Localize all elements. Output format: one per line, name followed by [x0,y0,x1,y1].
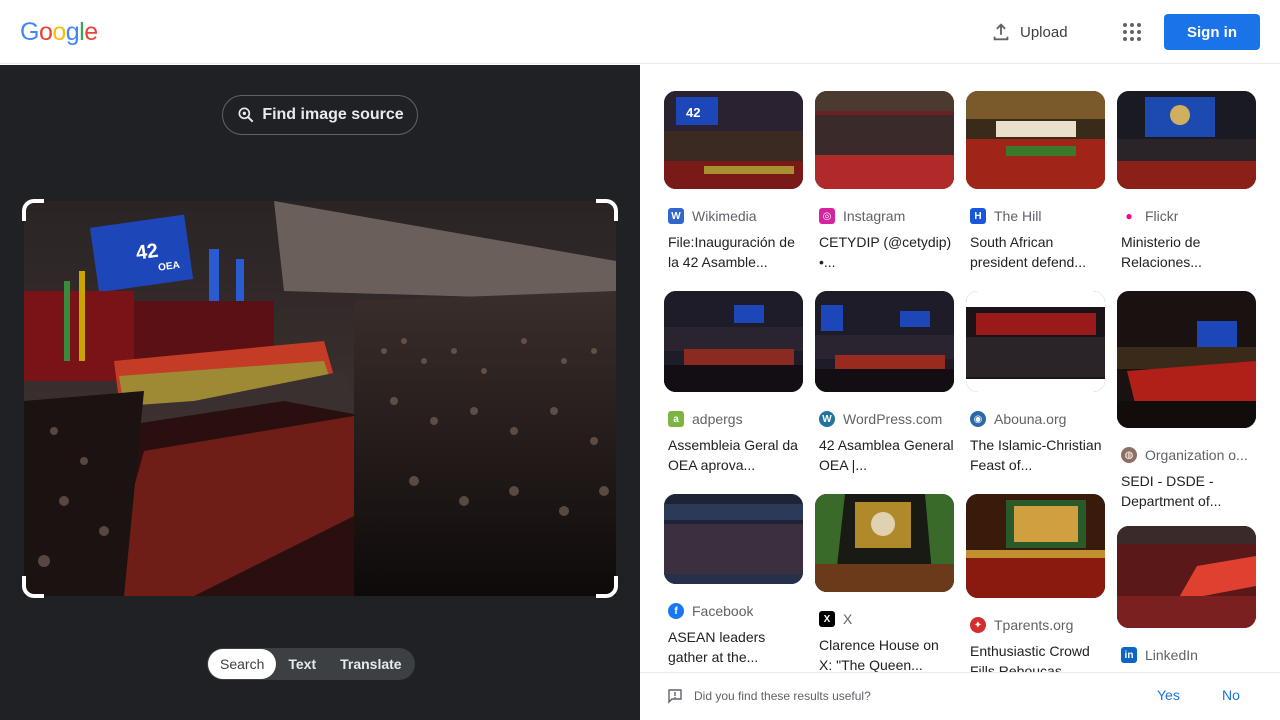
result-source: Flickr [1145,208,1179,224]
result-title: File:Inauguración de la 42 Asamble... [668,234,795,270]
result-thumbnail [815,291,954,392]
result-title: The Islamic-Christian Feast of... [970,437,1102,473]
result-title: Assembleia Geral da OEA aprova... [668,437,798,473]
tab-translate[interactable]: Translate [328,649,413,679]
result-title: Clarence House on X: "The Queen... [819,637,939,673]
upload-label: Upload [1020,23,1068,41]
feedback-bar: Did you find these results useful? Yes N… [640,672,1280,720]
tparents-icon: ✦ [970,617,986,633]
google-logo[interactable]: Google [20,18,98,47]
result-thumbnail [966,494,1105,598]
tab-text[interactable]: Text [276,649,328,679]
result-source: adpergs [692,411,743,427]
adpergs-icon: a [668,411,684,427]
facebook-icon: f [668,603,684,619]
crop-handle-bottom-left[interactable] [22,576,44,598]
result-thumbnail [1117,526,1256,628]
wikimedia-icon: W [668,208,684,224]
query-image-pane: Find image source 42 OEA Search Text Tra… [0,65,640,720]
feedback-no-button[interactable]: No [1222,687,1240,703]
result-card[interactable]: ✦ Tparents.org Enthusiastic Crowd Fills R… [966,494,1105,681]
result-card[interactable]: a adpergs Assembleia Geral da OEA aprova.… [664,291,803,475]
result-card[interactable]: XX Clarence House on X: "The Queen... [815,494,954,675]
lens-search-icon [238,107,254,123]
result-thumbnail [1117,291,1256,428]
result-title: SEDI - DSDE - Department of... [1121,473,1222,509]
result-title: ASEAN leaders gather at the... [668,629,766,665]
result-card[interactable]: ◉ Abouna.org The Islamic-Christian Feast … [966,291,1105,475]
feedback-icon [668,689,682,704]
linkedin-icon: in [1121,647,1137,663]
the-hill-icon: H [970,208,986,224]
result-thumbnail [966,91,1105,189]
upload-button[interactable]: Upload [990,18,1068,46]
result-card[interactable]: ◍ Organization o... SEDI - DSDE - Departm… [1117,291,1256,511]
result-card[interactable]: H The Hill South African president defend… [966,91,1105,272]
result-card[interactable]: in LinkedIn [1117,526,1256,665]
result-card[interactable]: W WordPress.com 42 Asamblea General OEA |… [815,291,954,475]
abouna-icon: ◉ [970,411,986,427]
oas-icon: ◍ [1121,447,1137,463]
result-source: Instagram [843,208,906,224]
result-thumbnail [664,494,803,584]
result-thumbnail [664,291,803,392]
svg-text:42: 42 [686,105,700,120]
instagram-icon: ◎ [819,208,835,224]
result-source: X [843,611,853,627]
top-bar: Google Upload Sign in [0,0,1280,64]
result-title: Ministerio de Relaciones... [1121,234,1202,270]
crop-handle-top-right[interactable] [596,199,618,221]
result-card[interactable]: 42 W Wikimedia File:Inauguración de la 42… [664,91,803,272]
result-title: 42 Asamblea General OEA |... [819,437,954,473]
result-card[interactable]: f Facebook ASEAN leaders gather at the... [664,494,803,667]
lens-mode-tabs: Search Text Translate [207,648,415,680]
upload-icon [993,23,1009,41]
query-image-frame[interactable]: 42 OEA [22,199,618,598]
result-source: Facebook [692,603,754,619]
result-source: Wikimedia [692,208,757,224]
result-source: Organization o... [1145,447,1248,463]
google-apps-button[interactable] [1118,18,1146,46]
find-image-source-label: Find image source [262,106,404,123]
wordpress-icon: W [819,411,835,427]
result-thumbnail [815,91,954,189]
result-title: South African president defend... [970,234,1086,270]
result-source: LinkedIn [1145,647,1198,663]
flickr-icon: ● [1125,209,1133,223]
result-thumbnail [1117,91,1256,189]
feedback-question: Did you find these results useful? [694,689,871,703]
find-image-source-button[interactable]: Find image source [222,95,418,135]
result-thumbnail [815,494,954,592]
result-source: Abouna.org [994,411,1067,427]
feedback-yes-button[interactable]: Yes [1157,687,1180,703]
result-title: CETYDIP (@cetydip) •... [819,234,952,270]
assembly-hall-photo: 42 OEA [24,201,616,596]
svg-text:42: 42 [135,240,160,265]
result-source: The Hill [994,208,1042,224]
result-card[interactable]: ◎ Instagram CETYDIP (@cetydip) •... [815,91,954,272]
sign-in-button[interactable]: Sign in [1164,14,1260,50]
crop-handle-top-left[interactable] [22,199,44,221]
result-card[interactable]: ● Flickr Ministerio de Relaciones... [1117,91,1256,272]
tab-search[interactable]: Search [208,649,277,679]
result-source: Tparents.org [994,617,1074,633]
visual-matches-pane: 42 W Wikimedia File:Inauguración de la 42… [640,65,1280,720]
x-icon: X [819,611,835,627]
result-thumbnail: 42 [664,91,803,189]
result-thumbnail [966,291,1105,392]
apps-grid-icon [1123,23,1141,41]
query-image: 42 OEA [24,201,616,596]
result-source: WordPress.com [843,411,943,427]
